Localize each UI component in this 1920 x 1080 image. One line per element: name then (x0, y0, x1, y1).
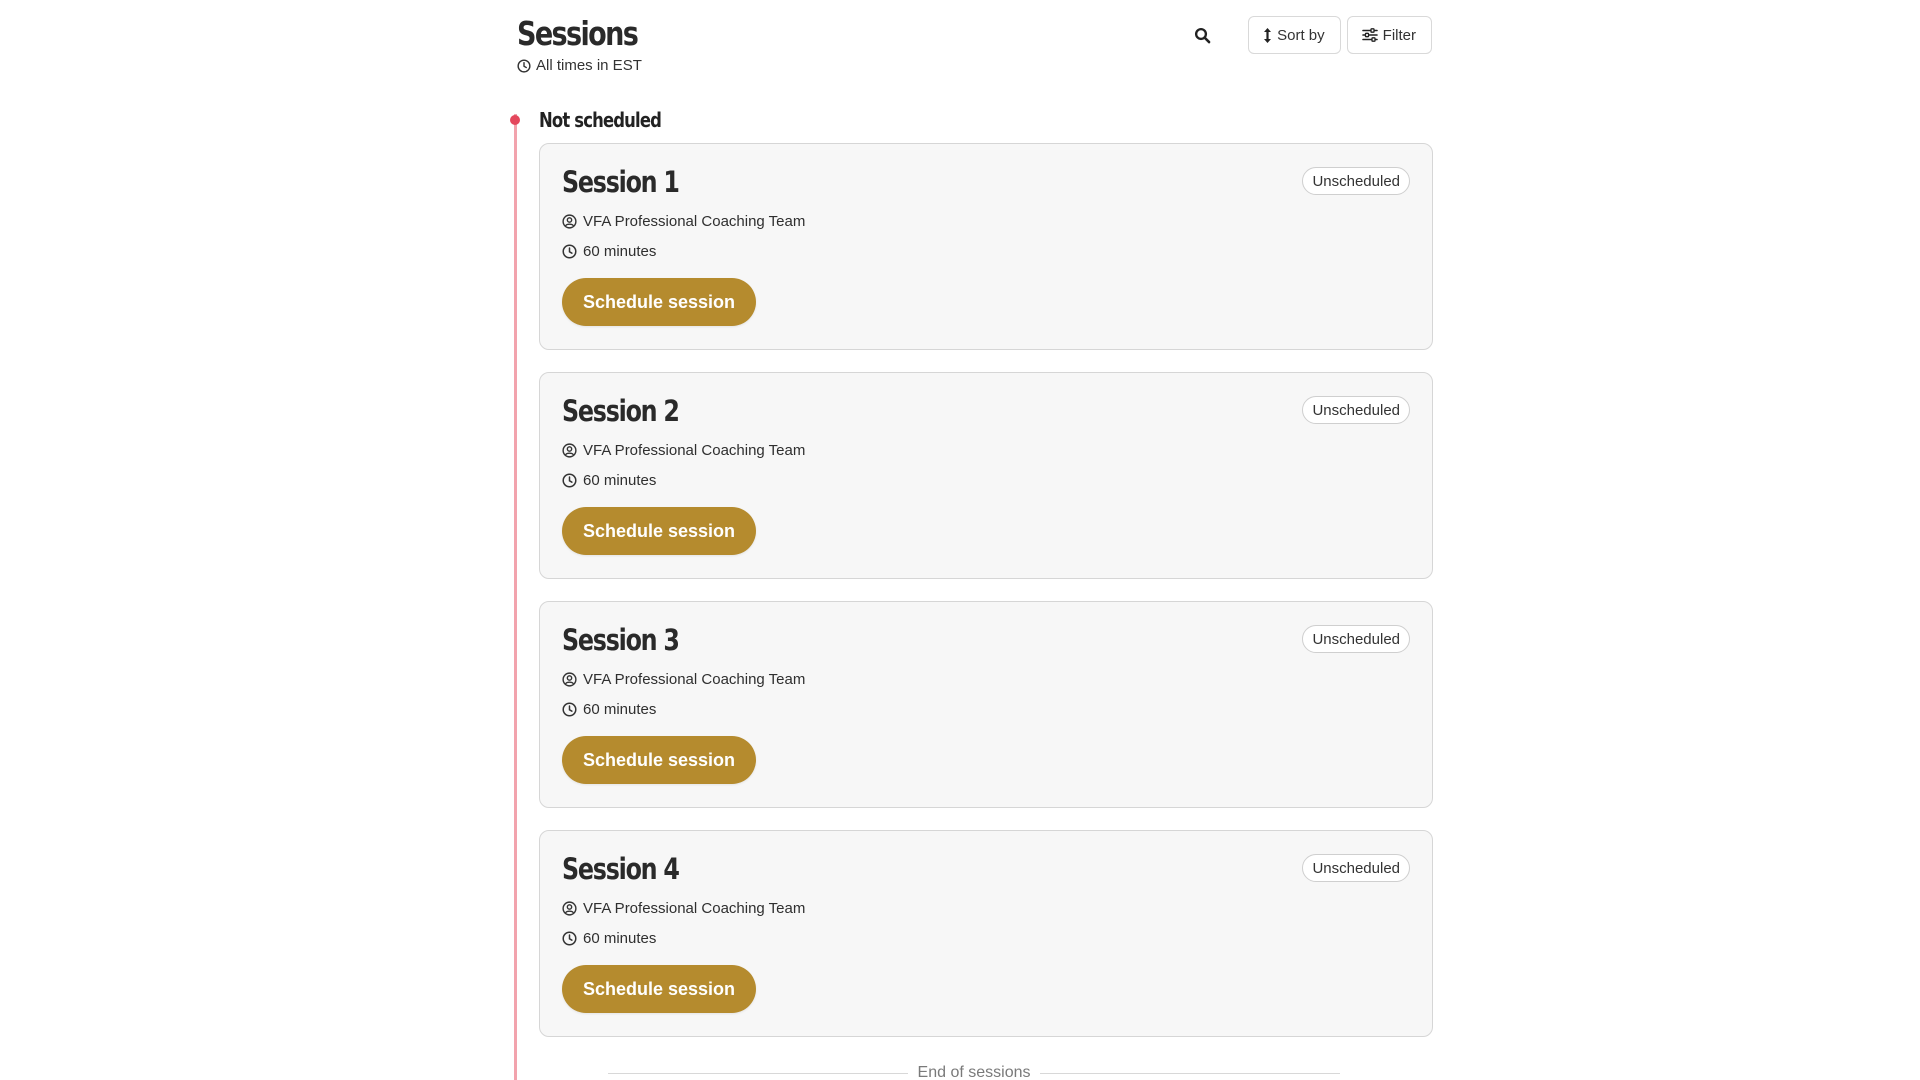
status-badge: Unscheduled (1302, 625, 1410, 653)
schedule-session-button[interactable]: Schedule session (562, 278, 756, 326)
clock-icon (517, 58, 531, 73)
session-duration: 60 minutes (562, 243, 656, 260)
session-title: Session 2 (562, 394, 680, 428)
session-list: Session 1 Unscheduled VFA Professional C… (539, 143, 1433, 1059)
session-duration-text: 60 minutes (583, 472, 657, 489)
filter-button-label: Filter (1382, 26, 1416, 44)
session-team-text: VFA Professional Coaching Team (583, 671, 806, 688)
session-team: VFA Professional Coaching Team (562, 442, 805, 459)
session-team-text: VFA Professional Coaching Team (583, 442, 806, 459)
session-duration-text: 60 minutes (583, 701, 657, 718)
session-team: VFA Professional Coaching Team (562, 213, 805, 230)
session-card: Session 4 Unscheduled VFA Professional C… (539, 830, 1433, 1037)
timeline-line (514, 114, 517, 1080)
user-circle-icon (562, 443, 577, 458)
page-title: Sessions (517, 14, 639, 53)
status-badge: Unscheduled (1302, 396, 1410, 424)
sort-arrows-icon (1263, 27, 1272, 44)
clock-icon (562, 473, 577, 488)
user-circle-icon (562, 901, 577, 916)
session-card: Session 3 Unscheduled VFA Professional C… (539, 601, 1433, 808)
session-card: Session 1 Unscheduled VFA Professional C… (539, 143, 1433, 350)
session-title: Session 1 (562, 165, 680, 199)
clock-icon (562, 931, 577, 946)
session-duration-text: 60 minutes (583, 930, 657, 947)
user-circle-icon (562, 214, 577, 229)
sessions-page: Sessions All times in EST Sort by Filter… (0, 0, 1920, 1080)
divider-line-right (1040, 1072, 1341, 1074)
sliders-icon (1361, 28, 1378, 42)
session-team: VFA Professional Coaching Team (562, 671, 805, 688)
search-icon (1194, 27, 1211, 44)
session-title: Session 4 (562, 852, 680, 886)
session-duration: 60 minutes (562, 930, 656, 947)
divider-line-left (608, 1072, 908, 1074)
timezone-note-text: All times in EST (536, 57, 642, 74)
timeline-dot (510, 115, 520, 125)
session-duration-text: 60 minutes (583, 243, 657, 260)
session-team-text: VFA Professional Coaching Team (583, 213, 806, 230)
session-title: Session 3 (562, 623, 680, 657)
user-circle-icon (562, 672, 577, 687)
schedule-session-button[interactable]: Schedule session (562, 736, 756, 784)
session-card: Session 2 Unscheduled VFA Professional C… (539, 372, 1433, 579)
page-header: Sessions All times in EST Sort by Filter (517, 10, 1432, 80)
status-badge: Unscheduled (1302, 167, 1410, 195)
sort-button[interactable]: Sort by (1248, 16, 1341, 54)
filter-button[interactable]: Filter (1346, 16, 1432, 54)
clock-icon (562, 702, 577, 717)
schedule-session-button[interactable]: Schedule session (562, 965, 756, 1013)
end-of-sessions-divider: End of sessions (608, 1063, 1341, 1080)
sort-button-label: Sort by (1277, 26, 1325, 44)
clock-icon (562, 244, 577, 259)
toolbar: Sort by Filter (1182, 15, 1432, 55)
group-label-not-scheduled: Not scheduled (539, 108, 662, 132)
session-team-text: VFA Professional Coaching Team (583, 900, 806, 917)
timezone-note: All times in EST (517, 57, 642, 74)
session-duration: 60 minutes (562, 472, 656, 489)
schedule-session-button[interactable]: Schedule session (562, 507, 756, 555)
end-of-sessions-label: End of sessions (917, 1064, 1031, 1080)
session-duration: 60 minutes (562, 701, 656, 718)
session-team: VFA Professional Coaching Team (562, 900, 805, 917)
status-badge: Unscheduled (1302, 854, 1410, 882)
search-button[interactable] (1182, 15, 1222, 55)
